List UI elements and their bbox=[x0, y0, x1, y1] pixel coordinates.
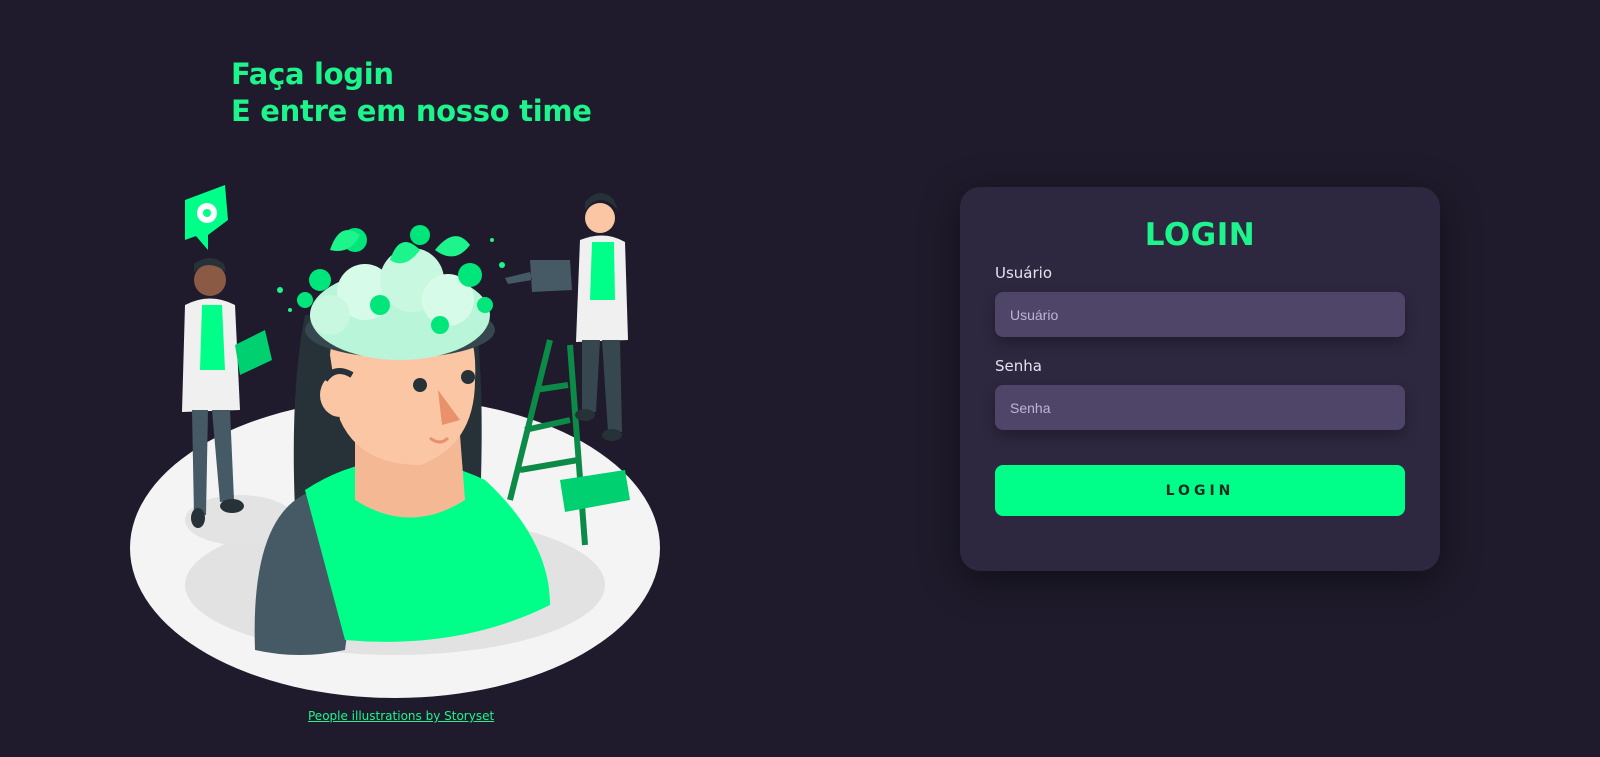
bust-eye-right bbox=[461, 370, 475, 384]
username-input[interactable] bbox=[995, 292, 1405, 337]
team-growth-illustration bbox=[130, 185, 660, 698]
storyset-credit-link[interactable]: People illustrations by Storyset bbox=[308, 709, 494, 723]
login-page: Faça login E entre em nosso time People … bbox=[0, 0, 1600, 757]
bust-eye-left bbox=[413, 378, 427, 392]
hero-line-2: E entre em nosso time bbox=[231, 94, 592, 128]
username-label: Usuário bbox=[995, 264, 1053, 282]
watering-can bbox=[505, 260, 572, 292]
login-card-title: LOGIN bbox=[1144, 217, 1256, 253]
hero-line-1: Faça login bbox=[231, 57, 394, 91]
hero-headline: Faça login E entre em nosso time bbox=[231, 56, 592, 130]
login-card: LOGIN Usuário Senha LOGIN bbox=[960, 187, 1440, 571]
login-button[interactable]: LOGIN bbox=[995, 465, 1405, 516]
password-label: Senha bbox=[995, 357, 1042, 375]
password-input[interactable] bbox=[995, 385, 1405, 430]
